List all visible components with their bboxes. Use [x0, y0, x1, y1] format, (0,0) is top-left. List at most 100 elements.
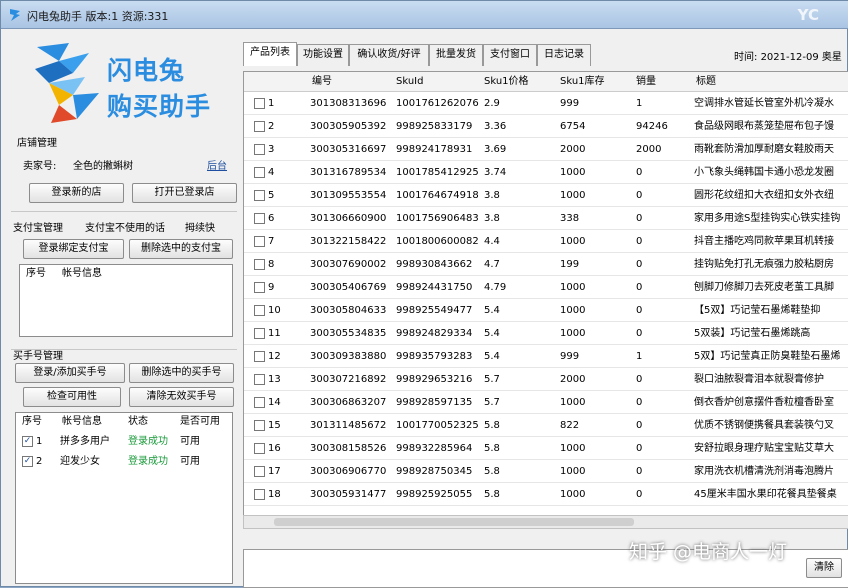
window-title: 闪电兔助手 版本:1 资源:331: [27, 10, 169, 23]
checkbox[interactable]: [254, 420, 265, 431]
column-header[interactable]: 销量: [628, 72, 688, 92]
buyer-row[interactable]: ✓ 1 拼多多用户 登录成功 可用: [16, 432, 232, 452]
clear-invalid-buyer-button[interactable]: 清除无效买手号: [129, 387, 234, 407]
sku-price: 5.4: [484, 328, 500, 339]
product-title: 45厘米丰国水果印花餐具垫餐桌: [694, 489, 837, 500]
delete-buyer-button[interactable]: 删除选中的买手号: [129, 363, 234, 383]
sku-price: 5.7: [484, 397, 500, 408]
column-header[interactable]: Sku1库存: [552, 72, 628, 92]
table-row[interactable]: 17 300306906770 998928750345 5.8 1000 0 家用洗衣机槽…: [244, 460, 848, 483]
sales: 0: [636, 259, 643, 270]
checkbox[interactable]: ✓: [22, 436, 33, 447]
sku-id: 998924178931: [396, 144, 473, 155]
sales: 1: [636, 98, 643, 109]
bind-alipay-button[interactable]: 登录绑定支付宝: [23, 239, 124, 259]
row-index: 11: [268, 328, 281, 339]
checkbox[interactable]: [254, 190, 265, 201]
table-row[interactable]: 18 300305931477 998925925055 5.8 1000 0 45厘米丰国…: [244, 483, 848, 506]
open-logged-shop-button[interactable]: 打开已登录店: [132, 183, 237, 203]
checkbox[interactable]: [254, 259, 265, 270]
row-index: 7: [268, 236, 275, 247]
clear-log-button[interactable]: 清除: [806, 558, 842, 578]
product-title: 5双装】巧记莹石墨烯跳高: [694, 328, 811, 339]
backend-link[interactable]: 后台: [207, 157, 227, 172]
checkbox[interactable]: [254, 305, 265, 316]
sku-price: 3.69: [484, 144, 507, 155]
login-add-buyer-button[interactable]: 登录/添加买手号: [15, 363, 125, 383]
alipay-list[interactable]: 序号 帐号信息: [19, 264, 233, 337]
sku-stock: 1000: [560, 489, 586, 500]
column-header[interactable]: SkuId: [388, 72, 476, 92]
column-header[interactable]: 编号: [304, 72, 388, 92]
sku-id: 998930843662: [396, 259, 473, 270]
sku-id: 998929653216: [396, 374, 473, 385]
checkbox[interactable]: ✓: [22, 456, 33, 467]
app-icon: [10, 9, 20, 21]
tab-confirm-receipt[interactable]: 确认收货/好评: [349, 44, 429, 66]
checkbox[interactable]: [254, 121, 265, 132]
checkbox[interactable]: [254, 144, 265, 155]
login-new-shop-button[interactable]: 登录新的店: [29, 183, 124, 203]
watermark: 知乎 @电商人一灯: [629, 541, 788, 563]
checkbox[interactable]: [254, 236, 265, 247]
checkbox[interactable]: [254, 397, 265, 408]
table-row[interactable]: 8 300307690002 998930843662 4.7 199 0 挂钩贴免打孔无痕…: [244, 253, 848, 276]
table-row[interactable]: 2 300305905392 998925833179 3.36 6754 94246 食品…: [244, 115, 848, 138]
table-row[interactable]: 5 301309553554 1001764674918 3.8 1000 0 圆形花纹纽扣…: [244, 184, 848, 207]
table-row[interactable]: 7 301322158422 1001800600082 4.4 1000 0 抖音主播吃鸡…: [244, 230, 848, 253]
table-row[interactable]: 12 300309383880 998935793283 5.4 999 1 5双】巧记莹真…: [244, 345, 848, 368]
table-row[interactable]: 16 300308158526 998932285964 5.8 1000 0 安舒拉眼身理…: [244, 437, 848, 460]
tab-batch-ship[interactable]: 批量发货: [429, 44, 483, 66]
tab-log[interactable]: 日志记录: [537, 44, 591, 66]
checkbox[interactable]: [254, 167, 265, 178]
table-row[interactable]: 11 300305534835 998924829334 5.4 1000 0 5双装】巧记…: [244, 322, 848, 345]
table-row[interactable]: 15 301311485672 1001770052325 5.8 822 0 优质不锈钢便…: [244, 414, 848, 437]
column-header[interactable]: 标题: [688, 72, 848, 92]
product-id: 301322158422: [310, 236, 387, 247]
logo: 闪电兔 购买助手: [29, 39, 229, 129]
product-title: 安舒拉眼身理疗贴宝宝贴艾草大: [694, 443, 834, 454]
checkbox[interactable]: [254, 328, 265, 339]
scroll-thumb[interactable]: [274, 518, 634, 526]
product-title: 食品级网眼布蒸笼垫屉布包子馒: [694, 121, 834, 132]
checkbox[interactable]: [254, 282, 265, 293]
checkbox[interactable]: [254, 466, 265, 477]
checkbox[interactable]: [254, 351, 265, 362]
tab-payment-window[interactable]: 支付窗口: [483, 44, 537, 66]
buyer-list[interactable]: 序号 帐号信息 状态 是否可用 ✓ 1 拼多多用户 登录成功 可用 ✓ 2 迎发…: [15, 412, 233, 584]
checkbox[interactable]: [254, 98, 265, 109]
tab-product-list[interactable]: 产品列表: [243, 42, 297, 66]
sku-id: 998932285964: [396, 443, 473, 454]
row-index: 18: [268, 489, 281, 500]
delete-alipay-button[interactable]: 删除选中的支付宝: [129, 239, 233, 259]
checkbox[interactable]: [254, 443, 265, 454]
table-row[interactable]: 14 300306863207 998928597135 5.7 1000 0 倒衣香炉创意…: [244, 391, 848, 414]
row-index: 4: [268, 167, 275, 178]
table-row[interactable]: 13 300307216892 998929653216 5.7 2000 0 裂口油脓裂膏…: [244, 368, 848, 391]
time-value: 2021-12-09 奥星: [760, 52, 842, 63]
checkbox[interactable]: [254, 213, 265, 224]
table-row[interactable]: 10 300305804633 998925549477 5.4 1000 0 【5双】巧记…: [244, 299, 848, 322]
table-row[interactable]: 1 301308313696 1001761262076 2.9 999 1 空调排水管延长…: [244, 92, 848, 115]
buyer-row[interactable]: ✓ 2 迎发少女 登录成功 可用: [16, 452, 232, 472]
buyer-section-title: 买手号管理: [13, 351, 63, 362]
tab-settings[interactable]: 功能设置: [297, 44, 349, 66]
column-header: 帐号信息: [62, 416, 102, 427]
table-row[interactable]: 6 301306660900 1001756906483 3.8 338 0 家用多用途S型…: [244, 207, 848, 230]
sales: 1: [636, 351, 643, 362]
horizontal-scrollbar[interactable]: [243, 515, 848, 529]
sku-price: 3.36: [484, 121, 507, 132]
check-usability-button[interactable]: 检查可用性: [23, 387, 121, 407]
checkbox[interactable]: [254, 374, 265, 385]
table-row[interactable]: 9 300305406769 998924431750 4.79 1000 0 刨脚刀修脚刀…: [244, 276, 848, 299]
checkbox[interactable]: [254, 489, 265, 500]
column-header[interactable]: Sku1价格: [476, 72, 552, 92]
row-index: 8: [268, 259, 275, 270]
row-index: 6: [268, 213, 275, 224]
sku-id: 998928750345: [396, 466, 473, 477]
product-table[interactable]: 编号 SkuId Sku1价格 Sku1库存 销量 标题 1 3013083136…: [243, 71, 848, 528]
sku-stock: 338: [560, 213, 580, 224]
table-row[interactable]: 4 301316789534 1001785412925 3.74 1000 0 小飞象头绳…: [244, 161, 848, 184]
title-bar[interactable]: 闪电兔助手 版本:1 资源:331 YC: [1, 1, 848, 29]
table-row[interactable]: 3 300305316697 998924178931 3.69 2000 2000 雨靴套…: [244, 138, 848, 161]
